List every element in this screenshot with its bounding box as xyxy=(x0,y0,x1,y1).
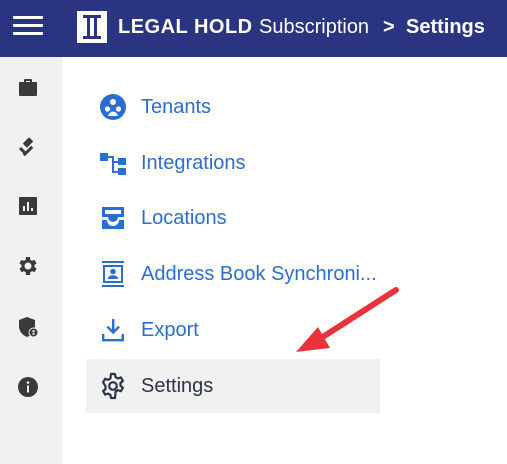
menu-item-label: Locations xyxy=(141,207,227,229)
tenants-icon xyxy=(99,93,127,121)
menu-item-address-book[interactable]: Address Book Synchroni... xyxy=(86,247,380,301)
menu-item-label: Address Book Synchroni... xyxy=(141,263,377,285)
gavel-icon[interactable] xyxy=(16,135,40,159)
breadcrumb-current: Settings xyxy=(406,16,485,38)
menu-item-export[interactable]: Export xyxy=(86,303,380,357)
menu-item-integrations[interactable]: Integrations xyxy=(86,136,380,190)
chart-icon[interactable] xyxy=(16,194,40,218)
integrations-icon xyxy=(99,149,127,177)
gear-icon[interactable] xyxy=(16,254,40,278)
address-book-icon xyxy=(99,260,127,288)
breadcrumb-subscription[interactable]: Subscription xyxy=(259,15,369,39)
locations-icon xyxy=(99,204,127,232)
menu-item-label: Tenants xyxy=(141,96,212,118)
shield-user-icon[interactable] xyxy=(16,315,40,339)
menu-item-label: Integrations xyxy=(141,152,246,174)
menu-item-label: Settings xyxy=(141,375,214,397)
top-bar: LEGAL HOLD Subscription > Settings xyxy=(0,0,507,57)
briefcase-icon[interactable] xyxy=(16,76,40,100)
export-icon xyxy=(99,316,127,344)
legal-hold-logo xyxy=(77,11,107,43)
menu-item-tenants[interactable]: Tenants xyxy=(86,80,380,134)
menu-item-label: Export xyxy=(141,319,199,341)
brand-name: LEGAL HOLD xyxy=(118,16,253,38)
sidebar xyxy=(0,57,62,464)
breadcrumb-separator: > xyxy=(383,16,395,38)
menu-item-settings[interactable]: Settings xyxy=(86,359,380,413)
info-icon[interactable] xyxy=(16,375,40,399)
menu-item-locations[interactable]: Locations xyxy=(86,191,380,245)
gear-icon xyxy=(99,372,127,400)
hamburger-menu-icon[interactable] xyxy=(13,15,43,37)
